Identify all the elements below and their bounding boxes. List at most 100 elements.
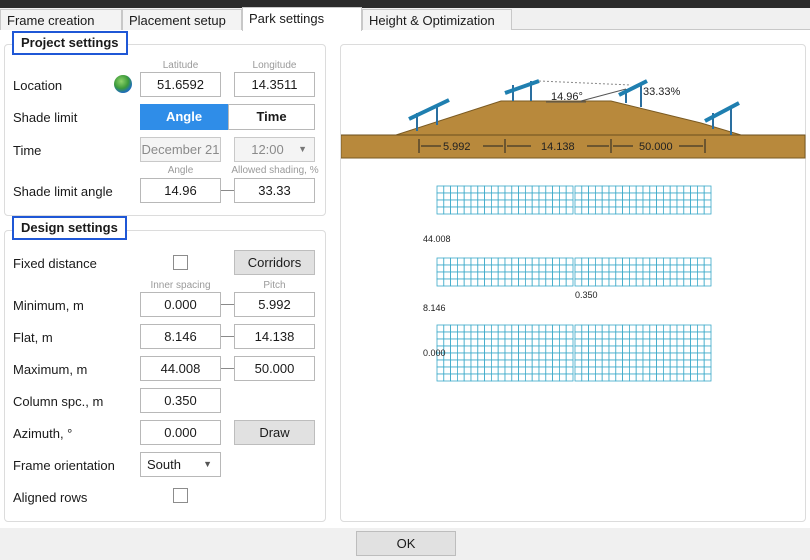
inner-spacing-hint: Inner spacing [150, 280, 211, 291]
panel-module [608, 264, 617, 273]
panel-module [504, 206, 513, 215]
panel-module [642, 185, 651, 194]
corridors-button[interactable]: Corridors [234, 250, 315, 275]
panel-module [477, 271, 486, 280]
panel-module [470, 352, 479, 361]
panel-module [622, 264, 630, 273]
panel-module [703, 331, 712, 340]
panel-module [443, 338, 452, 347]
tab-frame-creation[interactable]: Frame creation [0, 9, 122, 30]
panel-module [511, 185, 520, 194]
azimuth-input[interactable]: 0.000 [140, 420, 221, 445]
panel-module [683, 324, 691, 333]
panel-module [703, 264, 712, 273]
panel-module [484, 271, 492, 280]
panel-module [696, 345, 705, 354]
panel-module [558, 257, 567, 266]
tab-placement-setup[interactable]: Placement setup [122, 9, 242, 30]
panel-module [703, 206, 712, 215]
panel-module [703, 257, 712, 266]
panel-module [511, 352, 520, 361]
panel-module [581, 338, 590, 347]
longitude-input[interactable]: 14.3511 [234, 72, 315, 97]
time-toggle-button[interactable]: Time [228, 104, 315, 130]
panel-module [552, 345, 560, 354]
column-spacing-input[interactable]: 0.350 [140, 388, 221, 413]
flat-inner-input[interactable]: 8.146 [140, 324, 221, 349]
angle-toggle-button[interactable]: Angle [140, 104, 228, 130]
panel-module [531, 192, 540, 201]
panel-module [511, 345, 520, 354]
fixed-distance-checkbox[interactable] [173, 255, 188, 270]
globe-icon[interactable] [114, 75, 132, 93]
panel-module [588, 345, 596, 354]
panel-module [531, 359, 540, 368]
panel-module [450, 185, 458, 194]
minimum-pitch-input[interactable]: 5.992 [234, 292, 315, 317]
latitude-input[interactable]: 51.6592 [140, 72, 221, 97]
panel-module [622, 331, 630, 340]
panel-module [669, 278, 678, 287]
panel-module [608, 324, 617, 333]
panel-module [649, 359, 657, 368]
shade-angle-input[interactable]: 14.96 [140, 178, 221, 203]
panel-module [642, 366, 651, 375]
panel-module [524, 257, 533, 266]
panel-module [574, 206, 583, 215]
ok-button[interactable]: OK [356, 531, 456, 556]
flat-pitch-input[interactable]: 14.138 [234, 324, 315, 349]
maximum-pitch-input[interactable]: 50.000 [234, 356, 315, 381]
panel-module [588, 206, 596, 215]
panel-module [696, 185, 705, 194]
panel-module [690, 345, 698, 354]
panel-module [457, 324, 465, 333]
panel-module [545, 199, 554, 208]
panel-module [588, 373, 596, 382]
tab-park-settings[interactable]: Park settings [242, 7, 362, 31]
panel-module [545, 324, 554, 333]
panel-module [656, 366, 664, 375]
panel-module [696, 206, 705, 215]
angle-hint: Angle [167, 165, 194, 176]
panel-module [497, 324, 506, 333]
panel-module [649, 373, 657, 382]
panel-module [703, 352, 712, 361]
panel-module [545, 206, 554, 215]
panel-module [669, 257, 678, 266]
panel-module [635, 331, 644, 340]
minimum-inner-input[interactable]: 0.000 [140, 292, 221, 317]
panel-module [635, 199, 644, 208]
maximum-inner-input[interactable]: 44.008 [140, 356, 221, 381]
panel-module [703, 338, 712, 347]
panel-module [436, 359, 445, 368]
panel-module [470, 192, 479, 201]
draw-button[interactable]: Draw [234, 420, 315, 445]
aligned-rows-checkbox[interactable] [173, 488, 188, 503]
panel-module [628, 257, 637, 266]
panel-module [656, 271, 664, 280]
panel-module [558, 206, 567, 215]
date-input[interactable]: December 21 [140, 137, 221, 162]
panel-module [450, 359, 458, 368]
panel-module [594, 352, 603, 361]
azimuth-label: Azimuth, ° [13, 426, 73, 441]
panel-module [531, 185, 540, 194]
panel-module [497, 271, 506, 280]
panel-module [518, 352, 526, 361]
panel-module [683, 352, 691, 361]
allowed-shading-input[interactable]: 33.33 [234, 178, 315, 203]
panel-module [436, 192, 445, 201]
panel-module [615, 324, 623, 333]
panel-module [635, 359, 644, 368]
panel-module [524, 192, 533, 201]
time-select[interactable]: 12:00 ▼ [234, 137, 315, 162]
panel-module [628, 185, 637, 194]
panel-module [545, 366, 554, 375]
panel-module [477, 199, 486, 208]
panel-module [656, 264, 664, 273]
panel-module [703, 278, 712, 287]
panel-module [538, 359, 547, 368]
tab-height-optimization[interactable]: Height & Optimization [362, 9, 512, 30]
panel-module [497, 338, 506, 347]
frame-orientation-select[interactable]: South ▼ [140, 452, 221, 477]
